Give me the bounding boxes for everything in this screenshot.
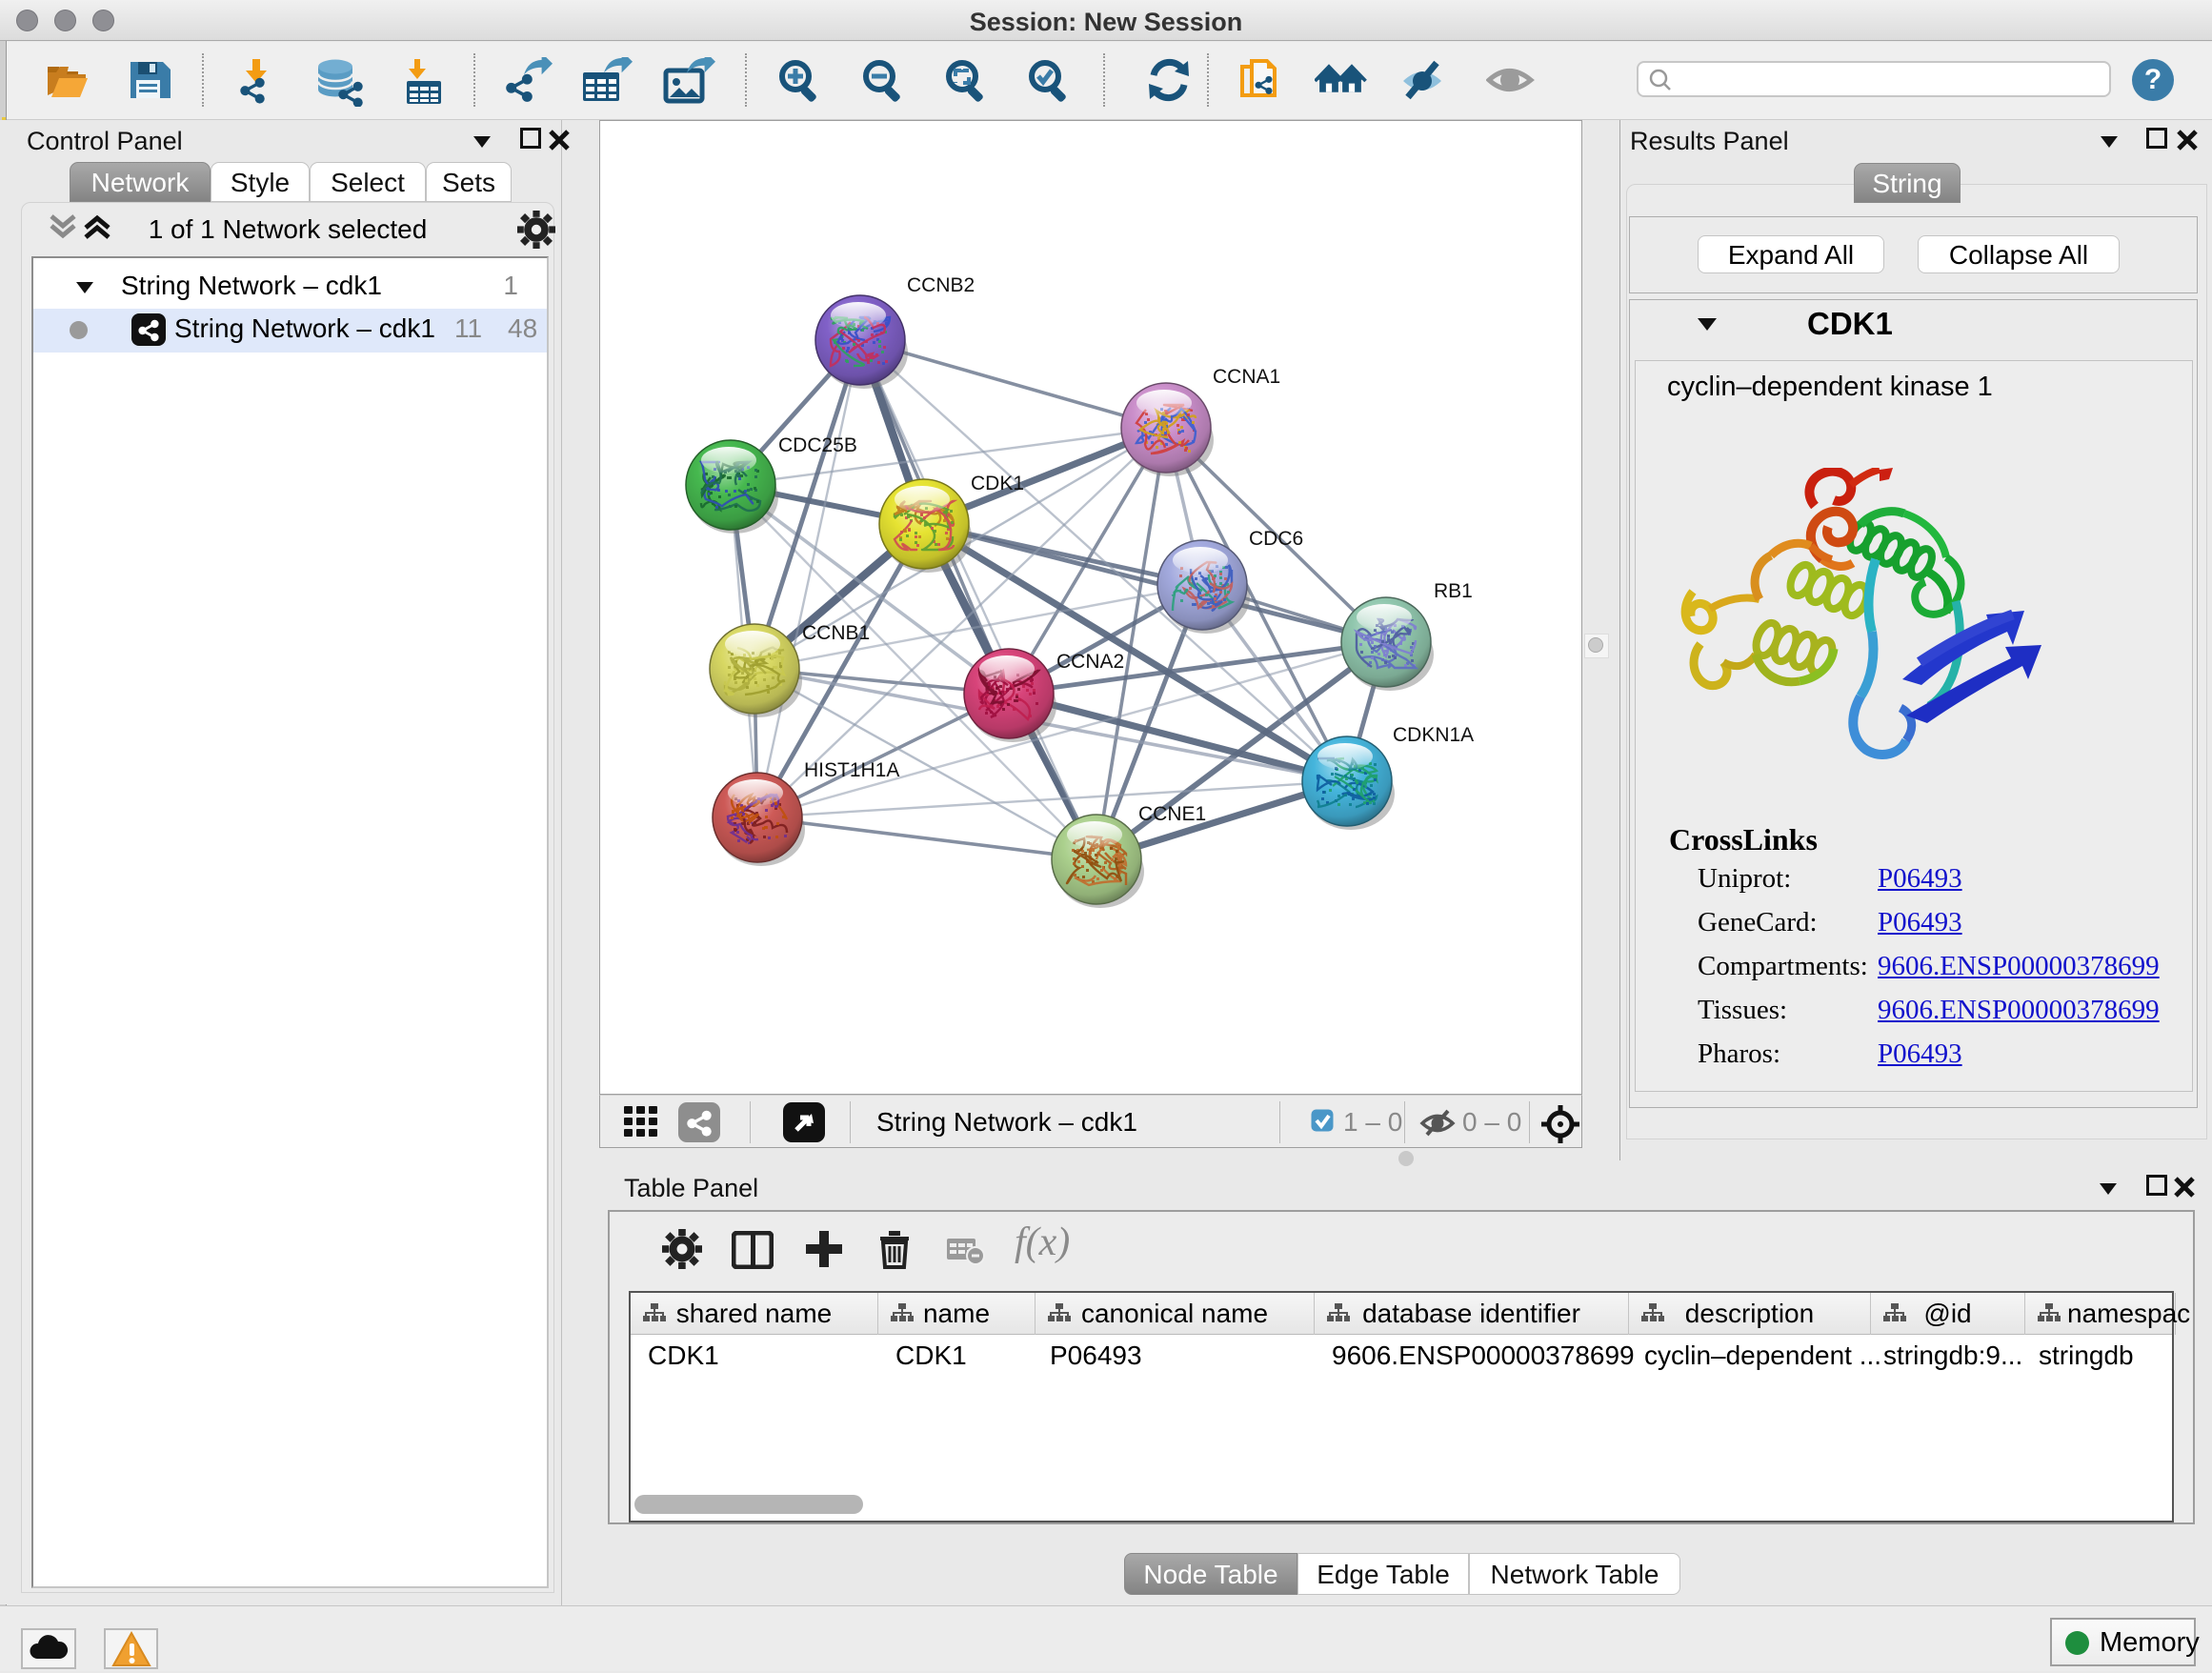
svg-text:?: ? bbox=[2144, 64, 2162, 95]
svg-text:RB1: RB1 bbox=[1434, 580, 1473, 602]
svg-text:CCNA1: CCNA1 bbox=[1213, 366, 1280, 388]
svg-text:CDKN1A: CDKN1A bbox=[1393, 724, 1474, 746]
svg-text:CCNA2: CCNA2 bbox=[1056, 651, 1124, 673]
svg-text:CCNE1: CCNE1 bbox=[1138, 803, 1206, 825]
svg-text:CDK1: CDK1 bbox=[971, 473, 1024, 494]
svg-text:CDC6: CDC6 bbox=[1249, 528, 1303, 550]
svg-text:HIST1H1A: HIST1H1A bbox=[804, 759, 899, 781]
svg-text:CCNB2: CCNB2 bbox=[907, 274, 975, 296]
svg-text:CCNB1: CCNB1 bbox=[802, 622, 870, 644]
svg-text:CDC25B: CDC25B bbox=[778, 434, 857, 456]
